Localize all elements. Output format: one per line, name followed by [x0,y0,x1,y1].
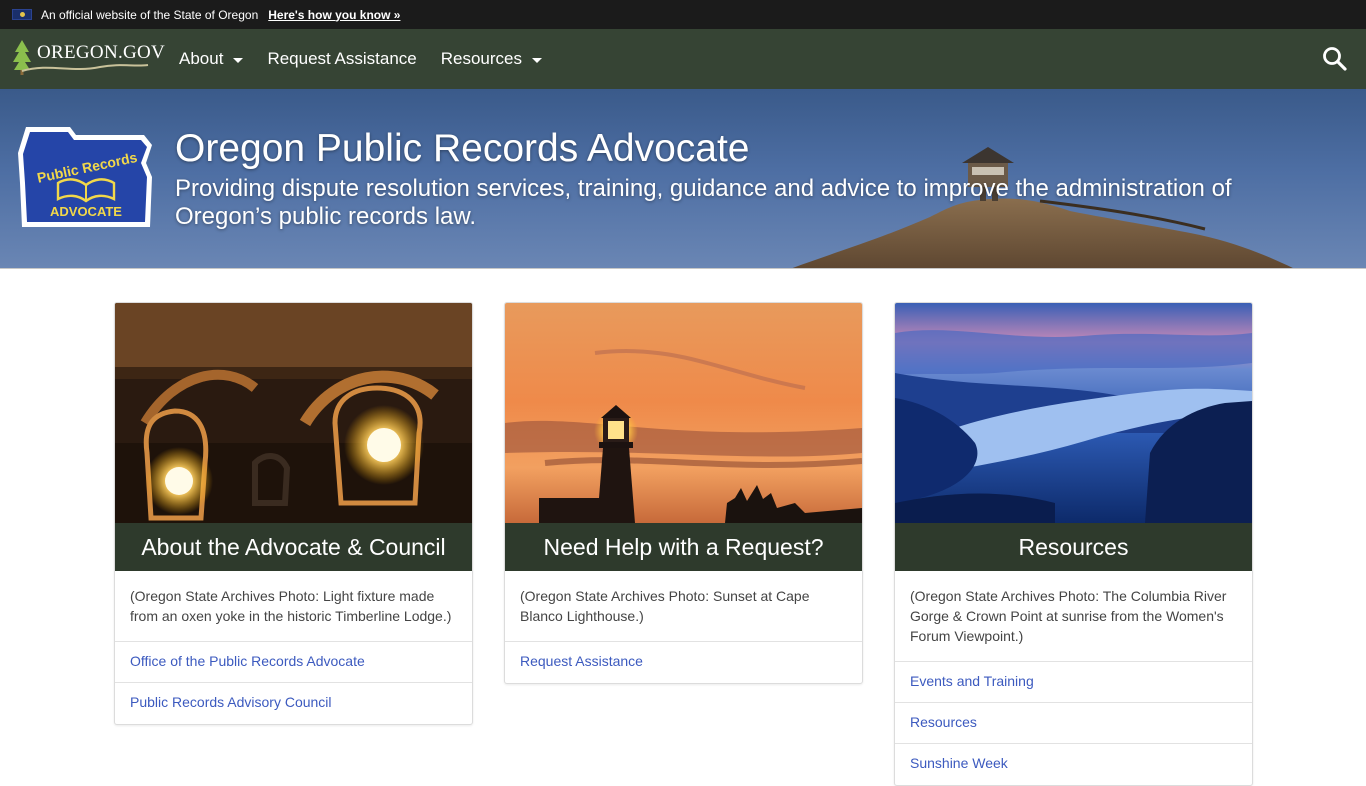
oregon-gov-logo[interactable]: OREGON.GOV [8,29,165,89]
card-about-title[interactable]: About the Advocate & Council [115,523,472,571]
card-resources: Resources (Oregon State Archives Photo: … [894,302,1253,786]
link-public-records-advisory-council[interactable]: Public Records Advisory Council [115,683,472,724]
how-you-know-link[interactable]: Here's how you know » [268,8,400,22]
nav-resources-label: Resources [440,49,523,68]
public-records-advocate-logo: Public Records ADVOCATE [18,127,152,227]
nav-request-assistance[interactable]: Request Assistance [255,29,428,89]
card-photo-lighthouse [505,303,862,523]
oregon-flag-icon [12,9,32,20]
chevron-down-icon [233,57,244,63]
link-request-assistance[interactable]: Request Assistance [505,642,862,683]
card-help-request-caption: (Oregon State Archives Photo: Sunset at … [505,571,862,642]
hero-banner: Public Records ADVOCATE Oregon Public Re… [0,89,1366,269]
card-help-request-title[interactable]: Need Help with a Request? [505,523,862,571]
card-photo-light-fixture [115,303,472,523]
nav-request-assistance-label: Request Assistance [267,49,417,68]
main-navbar: OREGON.GOV About Request Assistance Reso… [0,29,1366,89]
nav-resources[interactable]: Resources [429,29,554,89]
page-title: Oregon Public Records Advocate [175,127,750,170]
card-resources-title[interactable]: Resources [895,523,1252,571]
official-banner: An official website of the State of Oreg… [0,0,1366,29]
river-swoosh [21,64,149,72]
official-banner-text: An official website of the State of Oreg… [41,7,259,22]
card-about: About the Advocate & Council (Oregon Sta… [114,302,473,725]
nav-menu: About Request Assistance Resources [167,29,554,89]
logo-text-bottom: ADVOCATE [50,204,122,219]
search-icon[interactable] [1322,46,1348,72]
card-help-request: Need Help with a Request? (Oregon State … [504,302,863,684]
card-about-caption: (Oregon State Archives Photo: Light fixt… [115,571,472,642]
link-resources[interactable]: Resources [895,703,1252,744]
chevron-down-icon [532,57,543,63]
card-resources-caption: (Oregon State Archives Photo: The Columb… [895,571,1252,662]
nav-about[interactable]: About [167,29,255,89]
link-events-and-training[interactable]: Events and Training [895,662,1252,703]
page-subtitle: Providing dispute resolution services, t… [175,175,1232,230]
card-photo-columbia-gorge [895,303,1252,523]
nav-about-label: About [179,49,224,68]
link-sunshine-week[interactable]: Sunshine Week [895,744,1252,785]
link-office-public-records-advocate[interactable]: Office of the Public Records Advocate [115,642,472,683]
